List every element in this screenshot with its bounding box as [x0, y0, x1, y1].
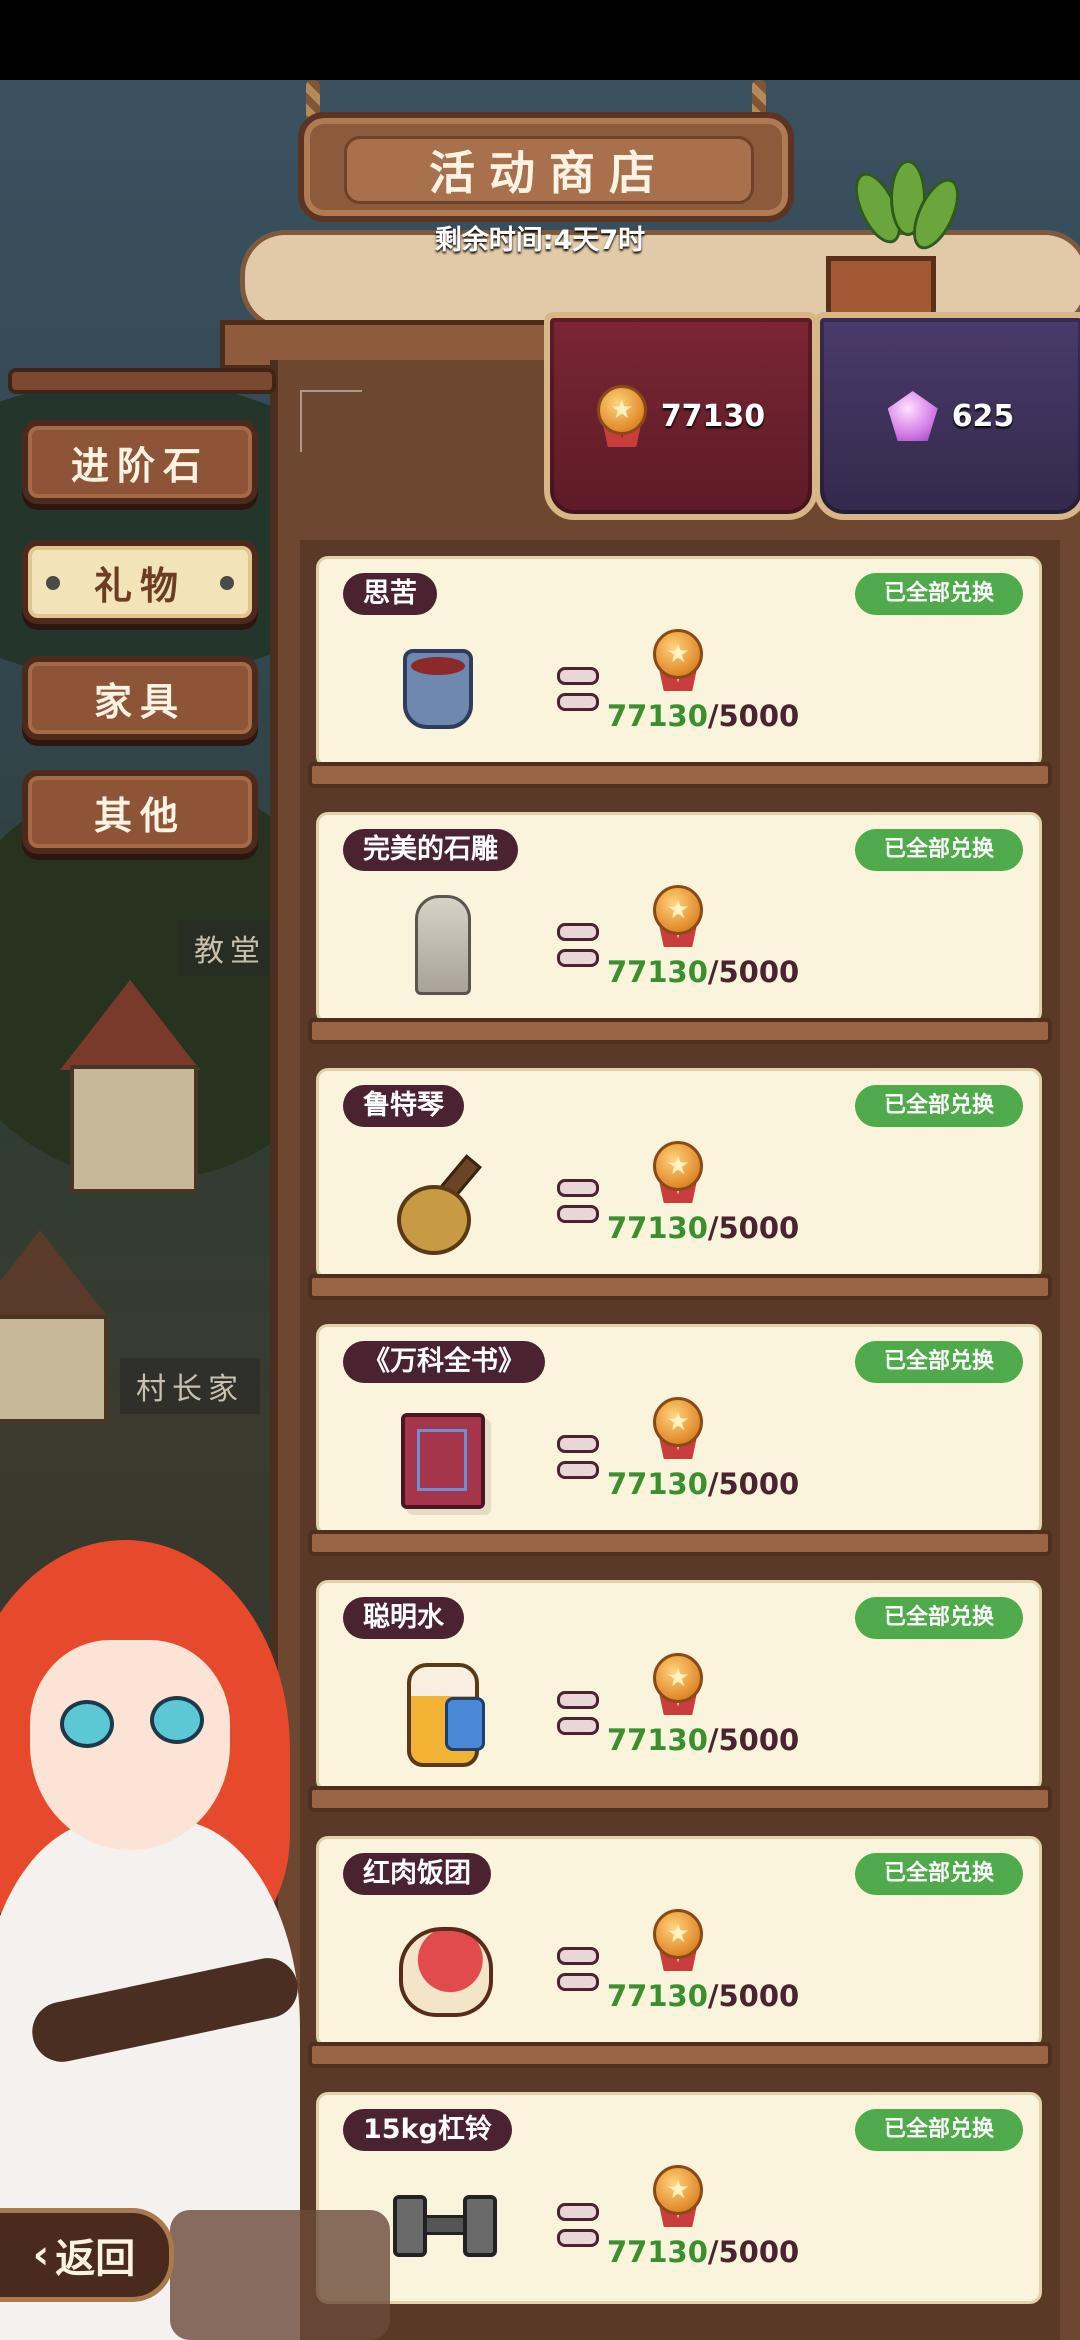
- shelf-board: [308, 1018, 1052, 1044]
- chevron-left-icon: ‹: [32, 2232, 50, 2278]
- remaining-time: 剩余时间:4天7时: [434, 225, 646, 256]
- status-badge: 已全部兑换: [855, 1853, 1023, 1895]
- equals-icon: [557, 1435, 599, 1487]
- item-price: 77130/5000: [607, 1723, 800, 1757]
- shop-item[interactable]: 《万科全书》 已全部兑换 ★ 77130/5000: [316, 1324, 1042, 1536]
- item-price: 77130/5000: [607, 955, 800, 989]
- item-price: 77130/5000: [607, 699, 800, 733]
- medal-icon: ★: [653, 1397, 703, 1459]
- medal-icon: ★: [596, 385, 647, 447]
- item-price: 77130/5000: [607, 1467, 800, 1501]
- item-name: 15kg杠铃: [343, 2109, 512, 2151]
- status-badge: 已全部兑换: [855, 1341, 1023, 1383]
- shop-item[interactable]: 完美的石雕 已全部兑换 ★ 77130/5000: [316, 812, 1042, 1024]
- medal-currency-banner: ★ 77130: [544, 312, 818, 520]
- status-badge: 已全部兑换: [855, 573, 1023, 615]
- title-sign: 活动商店: [298, 112, 794, 222]
- character-eye: [60, 1700, 114, 1748]
- tab-rail: [8, 368, 276, 394]
- shelf-board: [308, 762, 1052, 788]
- item-name: 思苦: [343, 573, 437, 615]
- map-label-chief-house: 村长家: [120, 1358, 260, 1414]
- lute-icon: [393, 1151, 489, 1255]
- tab-gift[interactable]: 礼物: [22, 540, 258, 624]
- medal-icon: ★: [653, 885, 703, 947]
- shop-item[interactable]: 15kg杠铃 已全部兑换 ★ 77130/5000: [316, 2092, 1042, 2304]
- item-name: 红肉饭团: [343, 1853, 491, 1895]
- cobweb-icon: [300, 390, 362, 452]
- shelf-board: [308, 1274, 1052, 1300]
- riceball-icon: [393, 1919, 493, 2019]
- tab-label: 礼物: [93, 563, 186, 608]
- medal-icon: ★: [653, 1653, 703, 1715]
- item-price: 77130/5000: [607, 1979, 800, 2013]
- equals-icon: [557, 1947, 599, 1999]
- character-face: [30, 1640, 230, 1850]
- character-accessory: [170, 2210, 390, 2340]
- shop-item[interactable]: 鲁特琴 已全部兑换 ★ 77130/5000: [316, 1068, 1042, 1280]
- gem-icon: [887, 391, 938, 441]
- medal-icon: ★: [653, 1909, 703, 1971]
- page-title: 活动商店: [429, 146, 669, 200]
- shelf-board: [308, 1786, 1052, 1812]
- status-bar: [0, 0, 1080, 80]
- book-icon: [393, 1407, 489, 1509]
- medal-icon: ★: [653, 629, 703, 691]
- gem-currency-banner: 625: [814, 312, 1080, 520]
- medal-icon: ★: [653, 1141, 703, 1203]
- back-label: 返回: [55, 2236, 136, 2282]
- tab-label: 进阶石: [70, 443, 209, 488]
- status-badge: 已全部兑换: [855, 829, 1023, 871]
- item-name: 鲁特琴: [343, 1085, 464, 1127]
- item-price: 77130/5000: [607, 1211, 800, 1245]
- tab-advance-stone[interactable]: 进阶石: [22, 420, 258, 504]
- equals-icon: [557, 923, 599, 975]
- tab-label: 其他: [93, 793, 186, 838]
- character-eye: [150, 1696, 204, 1744]
- equals-icon: [557, 1691, 599, 1743]
- dumbbell-icon: [393, 2175, 497, 2275]
- item-name: 完美的石雕: [343, 829, 518, 871]
- shop-item[interactable]: 红肉饭团 已全部兑换 ★ 77130/5000: [316, 1836, 1042, 2048]
- equals-icon: [557, 2203, 599, 2255]
- status-badge: 已全部兑换: [855, 2109, 1023, 2151]
- bottle-icon: [393, 1663, 489, 1767]
- shop-item[interactable]: 思苦 已全部兑换 ★ 77130/5000: [316, 556, 1042, 768]
- shelf-board: [308, 1530, 1052, 1556]
- equals-icon: [557, 667, 599, 719]
- item-name: 聪明水: [343, 1597, 464, 1639]
- shelf-board: [308, 2042, 1052, 2068]
- medal-icon: ★: [653, 2165, 703, 2227]
- status-badge: 已全部兑换: [855, 1085, 1023, 1127]
- map-label-church: 教堂: [178, 920, 282, 976]
- tab-label: 家具: [93, 679, 186, 724]
- tab-furniture[interactable]: 家具: [22, 656, 258, 740]
- shop-item[interactable]: 聪明水 已全部兑换 ★ 77130/5000: [316, 1580, 1042, 1792]
- tab-other[interactable]: 其他: [22, 770, 258, 854]
- back-button[interactable]: ‹ 返回: [0, 2208, 174, 2302]
- status-badge: 已全部兑换: [855, 1597, 1023, 1639]
- gem-count: 625: [951, 398, 1015, 434]
- medal-count: 77130: [660, 398, 766, 434]
- item-name: 《万科全书》: [343, 1341, 545, 1383]
- statue-icon: [393, 895, 489, 995]
- equals-icon: [557, 1179, 599, 1231]
- item-price: 77130/5000: [607, 2235, 800, 2269]
- cup-icon: [393, 639, 489, 739]
